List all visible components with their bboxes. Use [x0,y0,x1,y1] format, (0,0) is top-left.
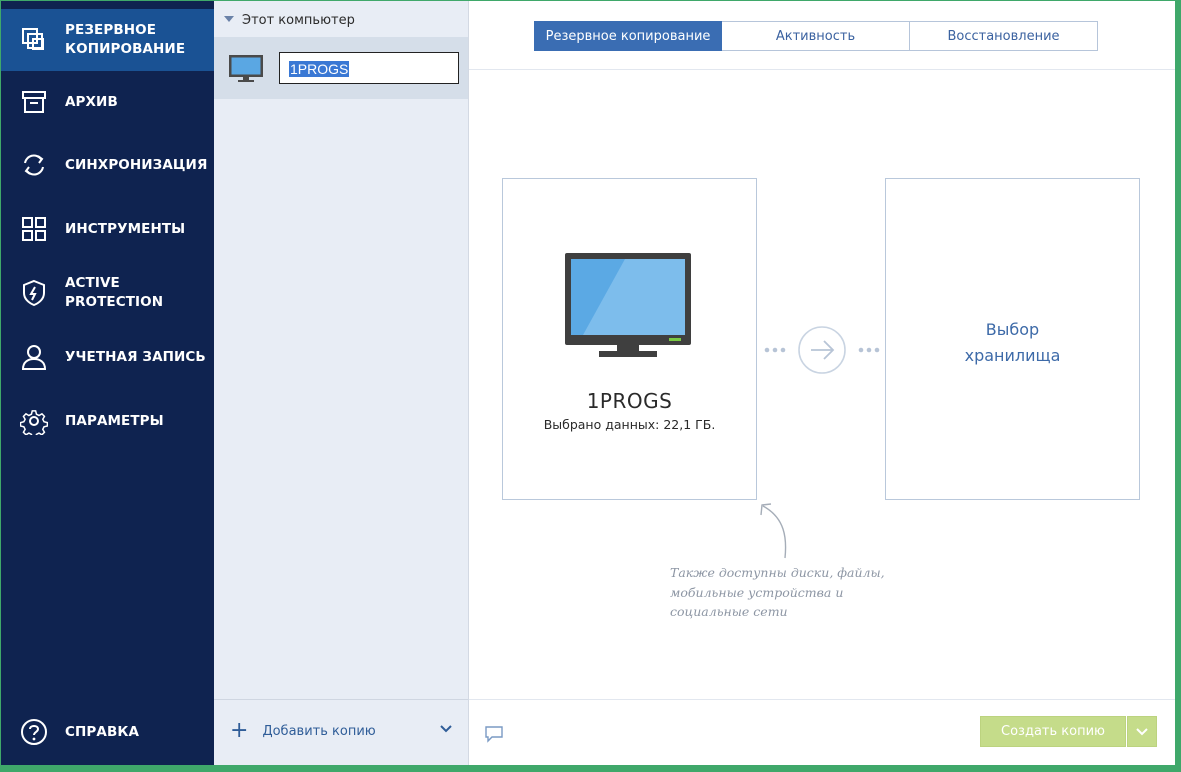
nav-label-account: УЧЕТНАЯ ЗАПИСЬ [65,348,206,365]
main-navigation: РЕЗЕРВНОЕ КОПИРОВАНИЕ АРХИВ СИНХРОНИЗАЦИ… [1,1,214,765]
archive-icon [22,91,46,113]
nav-label-settings: ПАРАМЕТРЫ [65,412,164,429]
create-backup-dropdown[interactable] [1127,716,1157,747]
tab-backup[interactable]: Резервное копирование [534,21,722,51]
this-computer-label: Этот компьютер [242,13,355,28]
computer-large-icon [565,253,691,357]
plus-icon: + [230,718,249,743]
settings-gear-icon [20,410,48,435]
computer-icon [229,55,263,82]
nav-item-settings[interactable]: ПАРАМЕТРЫ [1,390,214,452]
nav-label-help: СПРАВКА [65,723,140,740]
nav-label-archive: АРХИВ [65,93,118,110]
tab-activity[interactable]: Активность [722,21,910,51]
create-backup-button[interactable]: Создать копию [980,716,1126,747]
nav-item-tools[interactable]: ИНСТРУМЕНТЫ [1,198,214,260]
tab-restore[interactable]: Восстановление [910,21,1098,51]
nav-item-sync[interactable]: СИНХРОНИЗАЦИЯ [1,134,214,196]
nav-label-active-protection: ACTIVE PROTECTION [65,275,164,310]
main-content: Резервное копирование Активность Восстан… [469,1,1175,765]
shield-icon [23,279,45,307]
nav-label-backup: РЕЗЕРВНОЕ КОПИРОВАНИЕ [65,22,186,57]
help-icon [21,719,47,745]
tools-grid-icon [22,217,46,241]
chevron-down-icon [1136,727,1148,735]
sync-icon [24,154,44,176]
tab-separator [469,69,1175,70]
source-name: 1PROGS [586,389,673,413]
nav-label-sync: СИНХРОНИЗАЦИЯ [65,156,208,173]
source-footer: + Добавить копию [214,699,468,765]
nav-item-active-protection[interactable]: ACTIVE PROTECTION [1,262,214,324]
app-window: РЕЗЕРВНОЕ КОПИРОВАНИЕ АРХИВ СИНХРОНИЗАЦИ… [1,1,1175,765]
chevron-down-icon[interactable] [440,724,452,734]
nav-item-archive[interactable]: АРХИВ [1,71,214,133]
this-computer-group[interactable]: Этот компьютер [224,13,355,28]
hint-arrow-icon [760,503,787,559]
add-copy-label: Добавить копию [262,723,376,739]
backup-destination-card[interactable]: Выбор хранилища [885,178,1140,500]
nav-item-account[interactable]: УЧЕТНАЯ ЗАПИСЬ [1,326,214,388]
select-storage-label: Выбор хранилища [964,320,1061,365]
backup-icon [22,28,44,50]
nav-label-tools: ИНСТРУМЕНТЫ [65,220,186,237]
backup-name-selected-text: 1PROGS [289,61,350,77]
nav-item-help[interactable]: СПРАВКА [1,701,214,763]
selected-data-size: Выбрано данных: 22,1 ГБ. [543,417,716,432]
add-copy-button[interactable]: + Добавить копию [230,718,376,743]
backup-list-panel: Этот компьютер 1PROGS + Добавить копию [214,1,469,765]
backup-source-card[interactable]: 1PROGS Выбрано данных: 22,1 ГБ. [502,178,757,500]
tab-bar: Резервное копирование Активность Восстан… [534,21,1098,51]
main-footer: Создать копию [469,699,1175,765]
nav-item-backup[interactable]: РЕЗЕРВНОЕ КОПИРОВАНИЕ [1,9,214,71]
backup-list-item[interactable]: 1PROGS [214,37,468,99]
collapse-triangle-icon [224,16,234,22]
account-icon [21,345,47,370]
other-sources-hint: Также доступны диски, файлы, мобильные у… [670,565,885,619]
arrow-connector-icon [764,326,880,374]
chat-feedback-icon[interactable] [484,725,504,743]
